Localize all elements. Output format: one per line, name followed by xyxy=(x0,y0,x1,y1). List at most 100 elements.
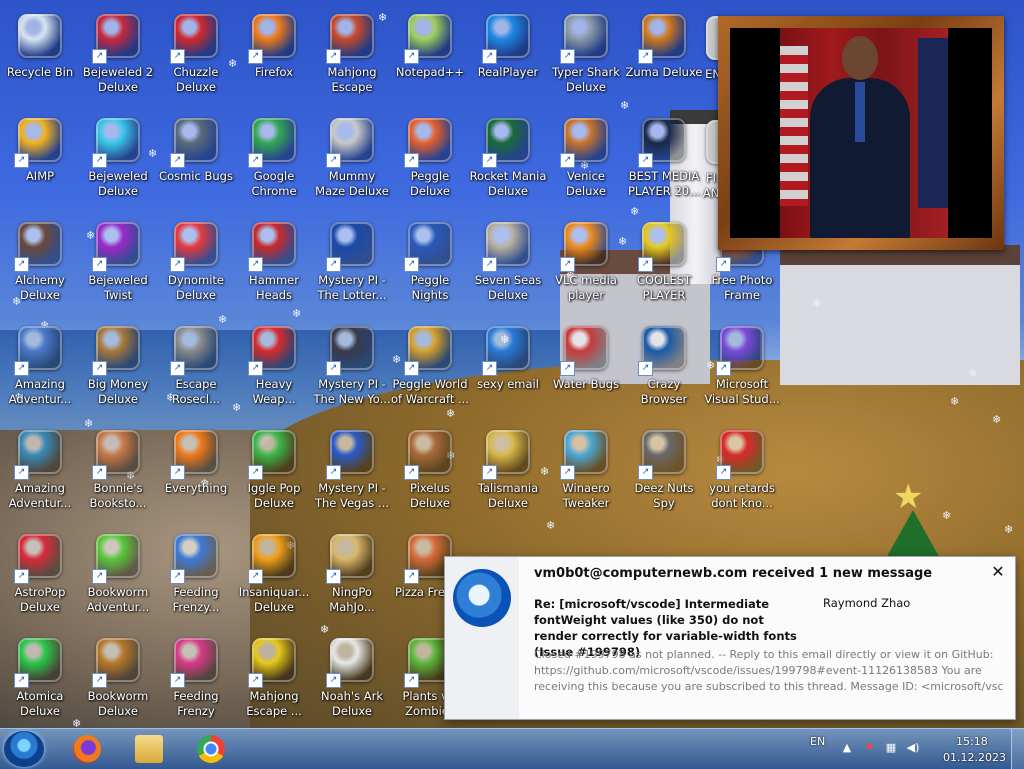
desktop-icon-notepad-plus-plus[interactable]: ↗ Notepad++ xyxy=(390,6,470,106)
desktop-icon-bejeweled-twist[interactable]: ↗ Bejeweled Twist xyxy=(78,214,158,314)
desktop-icon-vlc-cone[interactable]: ↗ VLC media player xyxy=(546,214,626,314)
desktop-icon-rocket-mania[interactable]: ↗ Rocket Mania Deluxe xyxy=(468,110,548,210)
desktop-icon-iggle-pop[interactable]: ↗ Iggle Pop Deluxe xyxy=(234,422,314,522)
desktop-icon-insaniquarium-fish[interactable]: ↗ Insaniquar... Deluxe xyxy=(234,526,314,626)
desktop-icon-noahs-ark-dove[interactable]: ↗ Noah's Ark Deluxe xyxy=(312,630,392,730)
desktop-icon-mahjong-gate[interactable]: ↗Mahjong Escape Anci... xyxy=(312,6,392,106)
desktop-icon-dynomite-egg[interactable]: ↗ Dynomite Deluxe xyxy=(156,214,236,314)
desktop-icon-everything-search[interactable]: ↗ Everything xyxy=(156,422,236,522)
network-icon[interactable]: ▦ xyxy=(884,742,898,754)
desktop-icon-escape-rosecliff-moon[interactable]: ↗ Escape Rosecl... xyxy=(156,318,236,418)
desktop-icon-winaero-tweaker[interactable]: ↗ Winaero Tweaker xyxy=(546,422,626,522)
desktop-icon-label: Big Money Deluxe xyxy=(87,377,149,406)
shortcut-arrow-icon: ↗ xyxy=(326,361,341,376)
desktop-icon-label: Venice Deluxe xyxy=(566,169,606,198)
desktop-icon-amazing-adventures-gem[interactable]: ↗ Amazing Adventur... xyxy=(0,318,80,418)
desktop-icon-cosmic-bugs[interactable]: ↗ Cosmic Bugs xyxy=(156,110,236,210)
desktop-icon-realplayer[interactable]: ↗ RealPlayer xyxy=(468,6,548,106)
desktop-icon-thunderbird[interactable]: ↗ sexy email xyxy=(468,318,548,418)
desktop-icon-mystery-pi-newyork[interactable]: ↗ Mystery PI - The New Yo... xyxy=(312,318,392,418)
desktop-icon-bejeweled-diamond[interactable]: ↗ Bejeweled Deluxe xyxy=(78,110,158,210)
desktop-icon-recycle-bin[interactable]: Recycle Bin xyxy=(0,6,80,106)
desktop-icon-typer-shark[interactable]: ↗ Typer Shark Deluxe xyxy=(546,6,626,106)
show-hidden-icons-icon[interactable]: ▲ xyxy=(840,742,854,754)
desktop-icon-mystery-pi-vegas[interactable]: ↗ Mystery PI - The Vegas ... xyxy=(312,422,392,522)
desktop-icon-bookworm-adventures[interactable]: ↗ Bookworm Adventur... xyxy=(78,526,158,626)
red-dragon-icon: ↗ xyxy=(716,430,764,480)
desktop-icon-bookworm-deluxe[interactable]: ↗ Bookworm Deluxe xyxy=(78,630,158,730)
desktop-icon-label: Mummy Maze Deluxe xyxy=(315,169,389,198)
desktop-icon-bonnies-bookstore[interactable]: ↗ Bonnie's Booksto... xyxy=(78,422,158,522)
desktop-icon-chrome[interactable]: ↗ Google Chrome xyxy=(234,110,314,210)
desktop-icon-venice[interactable]: ↗ Venice Deluxe xyxy=(546,110,626,210)
shortcut-arrow-icon: ↗ xyxy=(404,673,419,688)
winaero-tweaker-icon: ↗ xyxy=(560,430,608,480)
desktop-icon-label: Peggle World of Warcraft ... xyxy=(391,377,469,406)
desktop-icon-label: Microsoft Visual Stud... xyxy=(704,377,780,406)
desktop-icon-mummy-maze[interactable]: ↗ Mummy Maze Deluxe xyxy=(312,110,392,210)
coolest-player-icon: ↗ xyxy=(638,222,686,272)
desktop-icon-xm-play[interactable]: ↗ BEST MEDIA PLAYER 20... xyxy=(624,110,704,210)
mummy-maze-icon: ↗ xyxy=(326,118,374,168)
desktop-icon-astropop[interactable]: ↗ AstroPop Deluxe xyxy=(0,526,80,626)
cosmic-bugs-icon: ↗ xyxy=(170,118,218,168)
clock-time[interactable]: 15:18 xyxy=(956,735,988,748)
venice-icon: ↗ xyxy=(560,118,608,168)
show-desktop-button[interactable] xyxy=(1011,729,1024,769)
shortcut-arrow-icon: ↗ xyxy=(14,569,29,584)
desktop-icon-label: Zuma Deluxe xyxy=(625,65,703,79)
desktop-icon-peggle[interactable]: ↗ Peggle Deluxe xyxy=(390,110,470,210)
taskbar-explorer-button[interactable] xyxy=(122,731,176,767)
desktop-icon-peggle-nights[interactable]: ↗Peggle Nights Deluxe xyxy=(390,214,470,314)
desktop-icon-aimp[interactable]: ↗ AIMP xyxy=(0,110,80,210)
clock-date[interactable]: 01.12.2023 xyxy=(943,751,1006,764)
shortcut-arrow-icon: ↗ xyxy=(170,673,185,688)
desktop-icon-label: Feeding Frenzy... xyxy=(172,585,220,614)
desktop-icon-chuzzle[interactable]: ↗ Chuzzle Deluxe xyxy=(156,6,236,106)
desktop-icon-seven-seas-skull[interactable]: ↗ Seven Seas Deluxe xyxy=(468,214,548,314)
bookworm-deluxe-icon: ↗ xyxy=(92,638,140,688)
language-indicator[interactable]: EN xyxy=(810,735,825,748)
desktop-icon-deez-nuts-spy[interactable]: ↗ Deez Nuts Spy xyxy=(624,422,704,522)
mystery-pi-newyork-icon: ↗ xyxy=(326,326,374,376)
taskbar-chrome-button[interactable] xyxy=(184,731,238,767)
desktop-icon-water-bugs[interactable]: ↗ Water Bugs xyxy=(546,318,626,418)
desktop-icon-alchemy-wizard[interactable]: ↗ Alchemy Deluxe xyxy=(0,214,80,314)
desktop-icon-atomica[interactable]: ↗ Atomica Deluxe xyxy=(0,630,80,730)
mail-notification[interactable]: vm0b0t@computernewb.com received 1 new m… xyxy=(444,556,1016,720)
desktop-icon-coolest-player[interactable]: ↗ COOLEST PLAYER xyxy=(624,214,704,314)
volume-icon[interactable]: ◀) xyxy=(906,742,920,754)
photo-frame-widget[interactable] xyxy=(718,16,1004,250)
shortcut-arrow-icon: ↗ xyxy=(638,465,653,480)
desktop-icon-crazy-browser[interactable]: ↗ Crazy Browser xyxy=(624,318,704,418)
desktop-icon-amazing-adventures-compass[interactable]: ↗ Amazing Adventur... xyxy=(0,422,80,522)
desktop-icon-feeding-frenzy-2[interactable]: ↗ Feeding Frenzy... xyxy=(156,526,236,626)
mystery-pi-icon: ↗ xyxy=(326,222,374,272)
desktop-icon-heavy-weapon-radiation[interactable]: ↗ Heavy Weap... xyxy=(234,318,314,418)
desktop-icon-mystery-pi[interactable]: ↗ Mystery PI - The Lotter... xyxy=(312,214,392,314)
start-button[interactable] xyxy=(4,731,44,767)
taskbar-firefox-button[interactable] xyxy=(60,731,114,767)
atomica-icon: ↗ xyxy=(14,638,62,688)
desktop-icon-peggle-warcraft[interactable]: ↗ Peggle World of Warcraft ... xyxy=(390,318,470,418)
close-icon[interactable]: ✕ xyxy=(989,563,1007,581)
desktop-icon-talismania[interactable]: ↗ Talismania Deluxe xyxy=(468,422,548,522)
shortcut-arrow-icon: ↗ xyxy=(170,257,185,272)
action-center-flag-icon[interactable]: ⚑ xyxy=(862,742,876,754)
desktop-icon-firefox[interactable]: ↗ Firefox xyxy=(234,6,314,106)
desktop-icon-big-money-bag[interactable]: ↗ Big Money Deluxe xyxy=(78,318,158,418)
desktop-icon-red-dragon[interactable]: ↗ you retards dont kno... xyxy=(702,422,782,522)
desktop-icon-hammer-heads-gnome[interactable]: ↗Hammer Heads Deluxe xyxy=(234,214,314,314)
shortcut-arrow-icon: ↗ xyxy=(92,257,107,272)
shortcut-arrow-icon: ↗ xyxy=(326,465,341,480)
desktop-icon-bejeweled-2[interactable]: ↗ Bejeweled 2 Deluxe xyxy=(78,6,158,106)
desktop-icon-pixelus[interactable]: ↗ Pixelus Deluxe xyxy=(390,422,470,522)
desktop-icon-ningpo-mahjong[interactable]: ↗ NingPo MahJo... xyxy=(312,526,392,626)
christmas-tree-icon xyxy=(885,510,941,560)
desktop-icon-mahjong-escape[interactable]: ↗ Mahjong Escape ... xyxy=(234,630,314,730)
desktop-icon-feeding-frenzy[interactable]: ↗Feeding Frenzy Deluxe xyxy=(156,630,236,730)
desktop-icon-label: Insaniquar... Deluxe xyxy=(238,585,310,614)
desktop-icon-visual-studio[interactable]: ↗ Microsoft Visual Stud... xyxy=(702,318,782,418)
desktop-icon-label: Deez Nuts Spy xyxy=(634,481,694,510)
desktop-icon-zuma[interactable]: ↗ Zuma Deluxe xyxy=(624,6,704,106)
